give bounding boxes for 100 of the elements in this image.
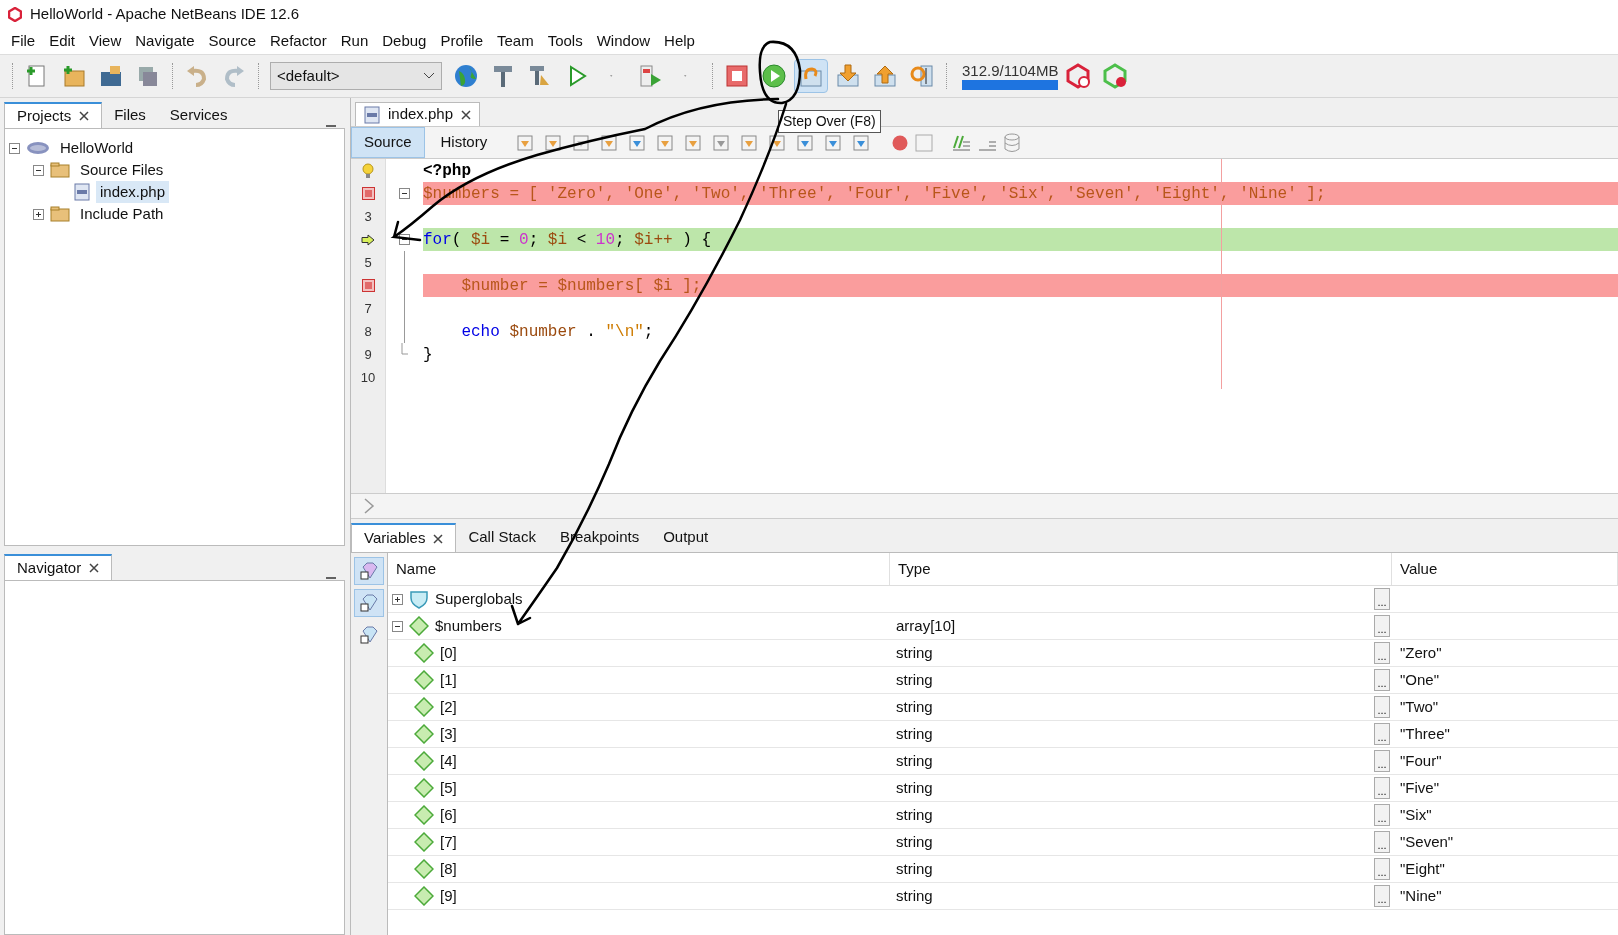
variable-type: string: [896, 750, 933, 771]
column-header[interactable]: Value: [1392, 553, 1618, 585]
tree-item[interactable]: Include Path: [76, 202, 168, 226]
configuration-dropdown[interactable]: <default>: [270, 62, 442, 90]
close-icon[interactable]: [79, 111, 90, 121]
edit-value-button[interactable]: ...: [1374, 804, 1390, 826]
variable-value: "One": [1400, 670, 1439, 688]
variable-icon: [414, 805, 434, 825]
column-header[interactable]: Name: [388, 553, 890, 585]
variable-icon: [414, 778, 434, 798]
variable-name: [0]: [440, 642, 457, 663]
variable-value: "Seven": [1400, 832, 1454, 850]
variable-type: string: [896, 696, 933, 717]
variable-type: string: [896, 831, 933, 852]
fold-icon[interactable]: [399, 234, 410, 245]
variables-toggle-button[interactable]: [354, 557, 384, 585]
collapse-icon[interactable]: [9, 142, 20, 154]
variable-type: string: [896, 642, 933, 663]
breakpoint-icon[interactable]: [361, 279, 375, 292]
menu-item[interactable]: Edit: [42, 29, 83, 53]
menu-item[interactable]: Window: [589, 29, 658, 53]
variable-name: [2]: [440, 696, 457, 717]
variables-toggle-button[interactable]: [354, 589, 384, 617]
variable-icon: [414, 670, 434, 690]
variable-name: [7]: [440, 831, 457, 852]
tree-item[interactable]: Source Files: [76, 158, 168, 182]
line-number: 7: [364, 299, 372, 318]
tree-item[interactable]: HelloWorld: [56, 136, 138, 160]
view-tab[interactable]: History: [428, 127, 500, 158]
variable-name: [9]: [440, 885, 457, 906]
edit-value-button[interactable]: ...: [1374, 696, 1390, 718]
menu-item[interactable]: Help: [657, 29, 702, 53]
edit-value-button[interactable]: ...: [1374, 858, 1390, 880]
menu-item[interactable]: Navigate: [128, 29, 202, 53]
php-file-icon: [74, 183, 90, 201]
edit-value-button[interactable]: ...: [1374, 831, 1390, 853]
edit-value-button[interactable]: ...: [1374, 615, 1390, 637]
line-number: 5: [364, 253, 372, 272]
menu-item[interactable]: Tools: [540, 29, 590, 53]
lightbulb-icon[interactable]: [361, 162, 375, 179]
panel-tab[interactable]: Files: [102, 102, 158, 128]
step-over-icon[interactable]: [794, 59, 828, 93]
menu-item[interactable]: View: [82, 29, 129, 53]
menu-item[interactable]: File: [4, 29, 43, 53]
column-header[interactable]: Type: [890, 553, 1392, 585]
expand-icon[interactable]: [392, 593, 403, 605]
code-line: }: [423, 344, 434, 366]
variable-name: [5]: [440, 777, 457, 798]
panel-tab[interactable]: Services: [157, 102, 240, 128]
debugger-tab[interactable]: Call Stack: [456, 523, 548, 552]
line-number: 9: [364, 345, 372, 364]
collapse-icon[interactable]: [33, 164, 44, 176]
variable-value: "Four": [1400, 751, 1442, 769]
line-number: 10: [360, 368, 376, 387]
record-macro-icon[interactable]: [891, 133, 910, 152]
variable-type: string: [896, 669, 933, 690]
chevron-right-icon[interactable]: [363, 498, 375, 514]
close-icon[interactable]: [461, 109, 472, 120]
menu-item[interactable]: Team: [490, 29, 541, 53]
menu-item[interactable]: Source: [201, 29, 263, 53]
expand-icon[interactable]: [33, 208, 44, 220]
tooltip: Step Over (F8): [778, 110, 881, 133]
menu-item[interactable]: Debug: [375, 29, 434, 53]
folder-icon: [50, 162, 70, 178]
code-line: echo $number . "\n";: [460, 321, 655, 343]
edit-value-button[interactable]: ...: [1374, 669, 1390, 691]
app-logo-icon: [8, 6, 22, 22]
view-tab[interactable]: Source: [351, 127, 425, 158]
debugger-tab[interactable]: Variables: [351, 523, 457, 552]
database-icon[interactable]: [1003, 132, 1022, 153]
collapse-icon[interactable]: [392, 620, 403, 632]
edit-value-button[interactable]: ...: [1374, 723, 1390, 745]
close-icon[interactable]: [89, 563, 100, 573]
variable-name: [3]: [440, 723, 457, 744]
folder-icon: [50, 206, 70, 222]
variable-icon: [414, 751, 434, 771]
edit-value-button[interactable]: ...: [1374, 885, 1390, 907]
shield-icon: [409, 589, 429, 609]
breakpoint-icon[interactable]: [361, 187, 375, 200]
editor-tab[interactable]: index.php: [355, 102, 481, 126]
menu-item[interactable]: Profile: [433, 29, 490, 53]
variable-icon: [414, 886, 434, 906]
comment-icon[interactable]: [951, 133, 972, 152]
edit-value-button[interactable]: ...: [1374, 642, 1390, 664]
tree-item[interactable]: index.php: [96, 180, 170, 204]
menu-item[interactable]: Refactor: [263, 29, 334, 53]
edit-value-button[interactable]: ...: [1374, 777, 1390, 799]
variable-type: string: [896, 885, 933, 906]
variable-name: $numbers: [435, 615, 502, 636]
menu-item[interactable]: Run: [333, 29, 376, 53]
debugger-tab[interactable]: Output: [651, 523, 721, 552]
edit-value-button[interactable]: ...: [1374, 588, 1390, 610]
php-file-icon: [364, 105, 380, 124]
panel-tab[interactable]: Projects: [4, 102, 103, 128]
variable-value: "Three": [1400, 724, 1450, 742]
close-icon[interactable]: [433, 533, 444, 544]
memory-usage[interactable]: 312.9/1104MB: [962, 62, 1059, 90]
fold-icon[interactable]: [399, 188, 410, 199]
edit-value-button[interactable]: ...: [1374, 750, 1390, 772]
panel-tab[interactable]: Navigator: [4, 554, 113, 580]
